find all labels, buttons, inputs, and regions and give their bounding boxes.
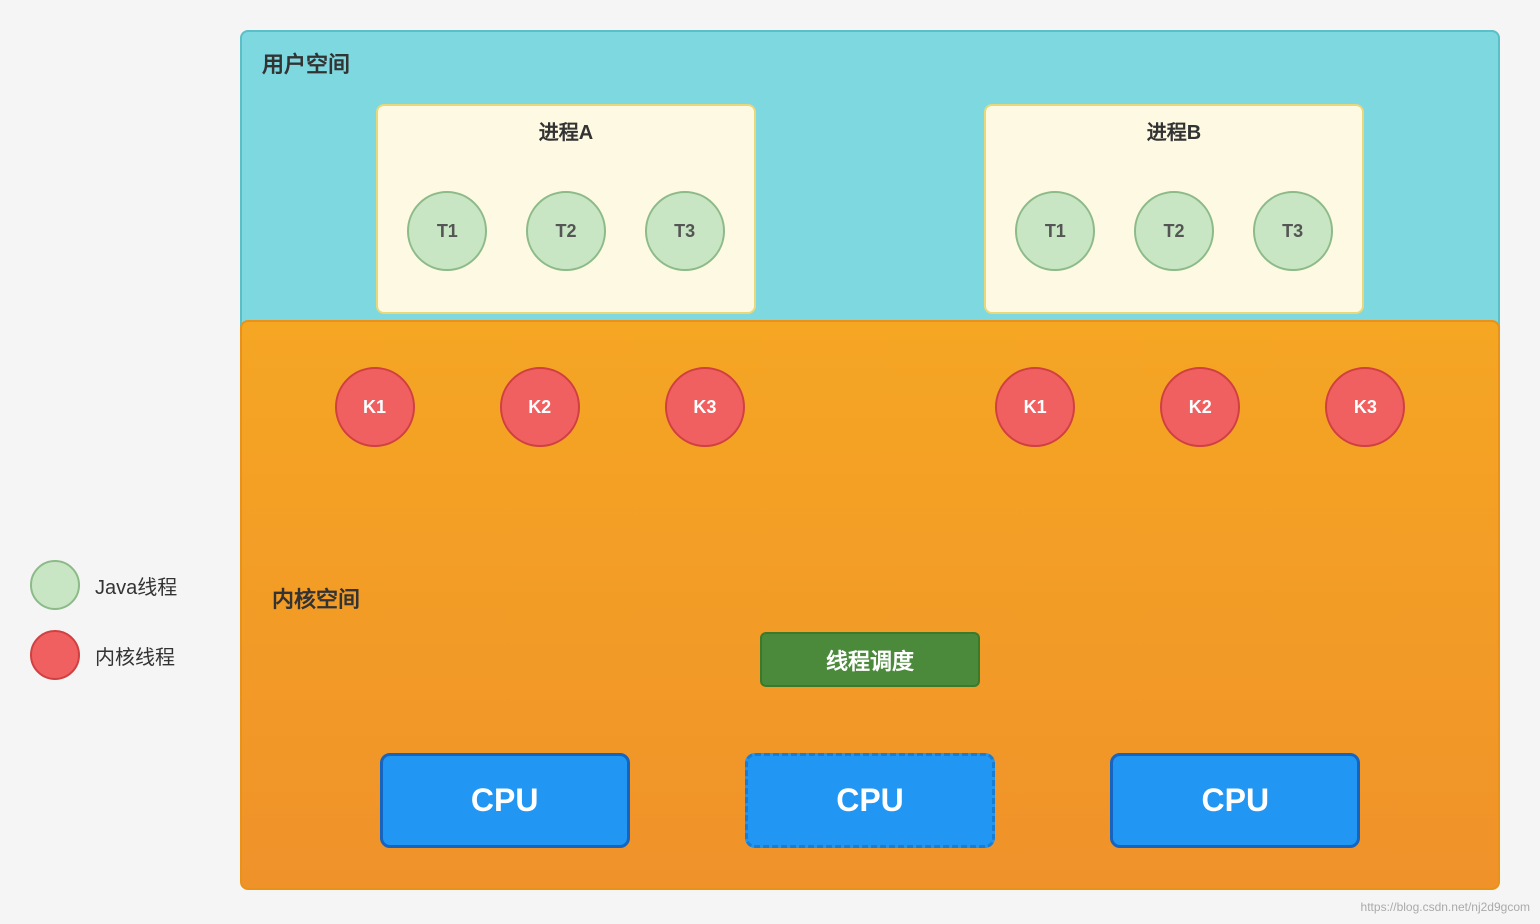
process-b-box: 进程B T1 T2 T3 bbox=[984, 104, 1364, 314]
cpu-box-2: CPU bbox=[745, 753, 995, 848]
watermark: https://blog.csdn.net/nj2d9gcom bbox=[1361, 900, 1530, 914]
thread-t3-b: T3 bbox=[1253, 191, 1333, 271]
process-b-label: 进程B bbox=[1147, 116, 1201, 145]
legend-java-thread: Java线程 bbox=[30, 560, 177, 610]
kernel-space-box: K1 K2 K3 K1 K2 K3 内核空间 线程调度 CPU CPU CPU bbox=[240, 320, 1500, 890]
legend-java-label: Java线程 bbox=[95, 571, 177, 600]
process-a-label: 进程A bbox=[539, 116, 593, 145]
thread-t1-b: T1 bbox=[1015, 191, 1095, 271]
cpu-box-1: CPU bbox=[380, 753, 630, 848]
kernel-thread-k2-a: K2 bbox=[500, 367, 580, 447]
thread-t3-a: T3 bbox=[645, 191, 725, 271]
kernel-space-label: 内核空间 bbox=[272, 582, 360, 614]
kernel-thread-k1-b: K1 bbox=[995, 367, 1075, 447]
scheduler-box: 线程调度 bbox=[760, 632, 980, 687]
main-diagram: 用户空间 进程A T1 T2 T3 进程B T1 T2 T3 bbox=[240, 30, 1500, 890]
process-a-box: 进程A T1 T2 T3 bbox=[376, 104, 756, 314]
thread-t1-a: T1 bbox=[407, 191, 487, 271]
user-space-box: 用户空间 进程A T1 T2 T3 进程B T1 T2 T3 bbox=[240, 30, 1500, 340]
processes-row: 进程A T1 T2 T3 进程B T1 T2 T3 bbox=[262, 89, 1478, 329]
legend-kernel-thread: 内核线程 bbox=[30, 630, 177, 680]
kernel-threads-row: K1 K2 K3 K1 K2 K3 bbox=[262, 367, 1478, 447]
legend-kernel-label: 内核线程 bbox=[95, 641, 175, 670]
legend: Java线程 内核线程 bbox=[30, 560, 177, 700]
thread-t2-a: T2 bbox=[526, 191, 606, 271]
kernel-thread-k3-a: K3 bbox=[665, 367, 745, 447]
legend-java-circle bbox=[30, 560, 80, 610]
legend-kernel-circle bbox=[30, 630, 80, 680]
thread-t2-b: T2 bbox=[1134, 191, 1214, 271]
process-b-threads: T1 T2 T3 bbox=[996, 160, 1352, 302]
user-space-label: 用户空间 bbox=[262, 47, 1478, 79]
process-a-threads: T1 T2 T3 bbox=[388, 160, 744, 302]
kernel-thread-k2-b: K2 bbox=[1160, 367, 1240, 447]
kernel-thread-k3-b: K3 bbox=[1325, 367, 1405, 447]
kernel-thread-k1-a: K1 bbox=[335, 367, 415, 447]
cpu-row: CPU CPU CPU bbox=[242, 753, 1498, 848]
cpu-box-3: CPU bbox=[1110, 753, 1360, 848]
